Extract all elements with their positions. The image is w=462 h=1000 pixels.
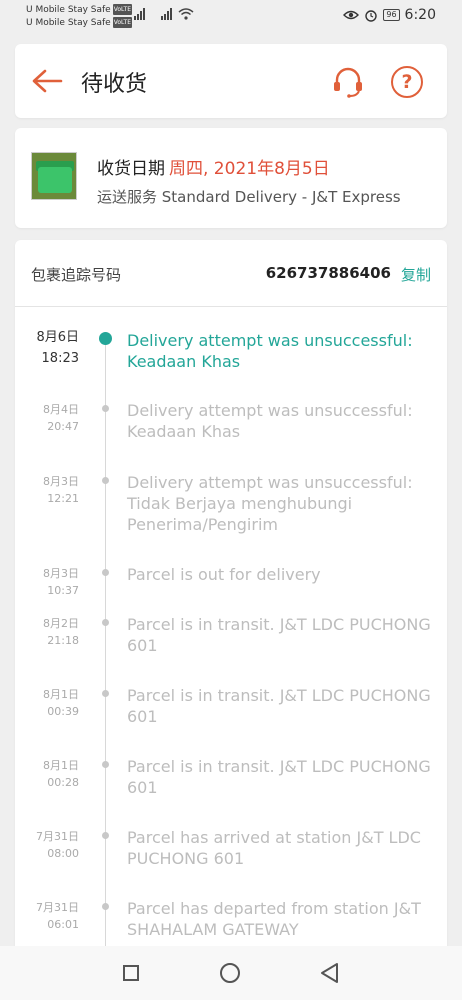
page-title: 待收货	[81, 72, 148, 97]
circle-icon[interactable]	[220, 963, 240, 983]
event-date: 8月3日	[43, 567, 79, 580]
headset-icon[interactable]	[331, 65, 365, 99]
event-time: 00:28	[47, 776, 79, 789]
timeline-line	[105, 340, 106, 960]
event-description: Delivery attempt was unsuccessful: Keada…	[127, 401, 413, 441]
timeline-dot	[102, 405, 109, 412]
event-time: 00:39	[47, 705, 79, 718]
square-icon[interactable]	[123, 965, 139, 981]
delivery-date-value: 周四, 2021年8月5日	[169, 159, 330, 179]
event-time: 12:21	[47, 492, 79, 505]
event-date: 8月1日	[43, 688, 79, 701]
signal-icon	[161, 8, 172, 20]
wifi-icon	[178, 8, 194, 20]
product-thumbnail[interactable]	[31, 152, 77, 200]
shipping-service: 运送服务 Standard Delivery - J&T Express	[97, 188, 401, 206]
carrier-label-2: U Mobile Stay Safe VoLTE	[26, 17, 133, 28]
system-nav-bar	[0, 946, 462, 1000]
event-description: Parcel has departed from station J&T SHA…	[127, 899, 421, 939]
signal-icon	[134, 8, 145, 20]
signal-indicators	[134, 8, 194, 20]
timeline-dot	[99, 332, 112, 345]
status-bar: U Mobile Stay Safe VoLTE U Mobile Stay Sa…	[0, 0, 462, 34]
event-time: 06:01	[47, 918, 79, 931]
event-date: 8月6日	[36, 330, 79, 345]
timeline-dot	[102, 477, 109, 484]
event-date: 8月1日	[43, 759, 79, 772]
delivery-date-row: 收货日期 周四, 2021年8月5日	[97, 154, 330, 179]
tracking-number-label: 包裹追踪号码	[31, 266, 122, 284]
question-icon[interactable]: ?	[391, 66, 423, 98]
copy-button[interactable]: 复制	[401, 264, 431, 285]
event-description: Parcel has arrived at station J&T LDC PU…	[127, 828, 421, 868]
event-date: 8月3日	[43, 475, 79, 488]
arrow-left-icon[interactable]	[31, 68, 63, 94]
event-time: 08:00	[47, 847, 79, 860]
event-description: Delivery attempt was unsuccessful: Tidak…	[127, 473, 413, 534]
timeline-dot	[102, 832, 109, 839]
battery-indicator: 96	[383, 9, 400, 21]
tracking-number-row: 包裹追踪号码 626737886406 复制	[15, 240, 447, 307]
event-date: 8月2日	[43, 617, 79, 630]
volte-badge: VoLTE	[112, 17, 133, 28]
event-description: Parcel is in transit. J&T LDC PUCHONG 60…	[127, 686, 431, 726]
event-description: Delivery attempt was unsuccessful: Keada…	[127, 331, 413, 371]
triangle-back-icon[interactable]	[318, 961, 340, 985]
event-date: 8月4日	[43, 403, 79, 416]
event-time: 18:23	[41, 351, 79, 366]
delivery-info-card: 收货日期 周四, 2021年8月5日 运送服务 Standard Delivery…	[15, 128, 447, 228]
app-header: 待收货 ?	[15, 44, 447, 118]
timeline-dot	[102, 761, 109, 768]
timeline-dot	[102, 619, 109, 626]
delivery-date-label: 收货日期	[97, 159, 165, 179]
event-description: Parcel is in transit. J&T LDC PUCHONG 60…	[127, 757, 431, 797]
event-description: Parcel is out for delivery	[127, 565, 321, 584]
event-time: 10:37	[47, 584, 79, 597]
event-time: 21:18	[47, 634, 79, 647]
carrier-label-1: U Mobile Stay Safe VoLTE	[26, 4, 133, 15]
event-description: Parcel is in transit. J&T LDC PUCHONG 60…	[127, 615, 431, 655]
timeline-dot	[102, 569, 109, 576]
alarm-icon	[365, 10, 378, 22]
event-date: 7月31日	[36, 830, 79, 843]
timeline-dot	[102, 903, 109, 910]
timeline-dot	[102, 690, 109, 697]
event-time: 20:47	[47, 420, 79, 433]
event-date: 7月31日	[36, 901, 79, 914]
status-right: 96 6:20	[343, 7, 436, 23]
tracking-card: 包裹追踪号码 626737886406 复制 8月6日 18:23 Delivery…	[15, 240, 447, 960]
eye-icon	[343, 10, 360, 20]
volte-badge: VoLTE	[112, 4, 133, 15]
clock: 6:20	[404, 7, 436, 23]
tracking-number: 626737886406	[265, 264, 391, 282]
